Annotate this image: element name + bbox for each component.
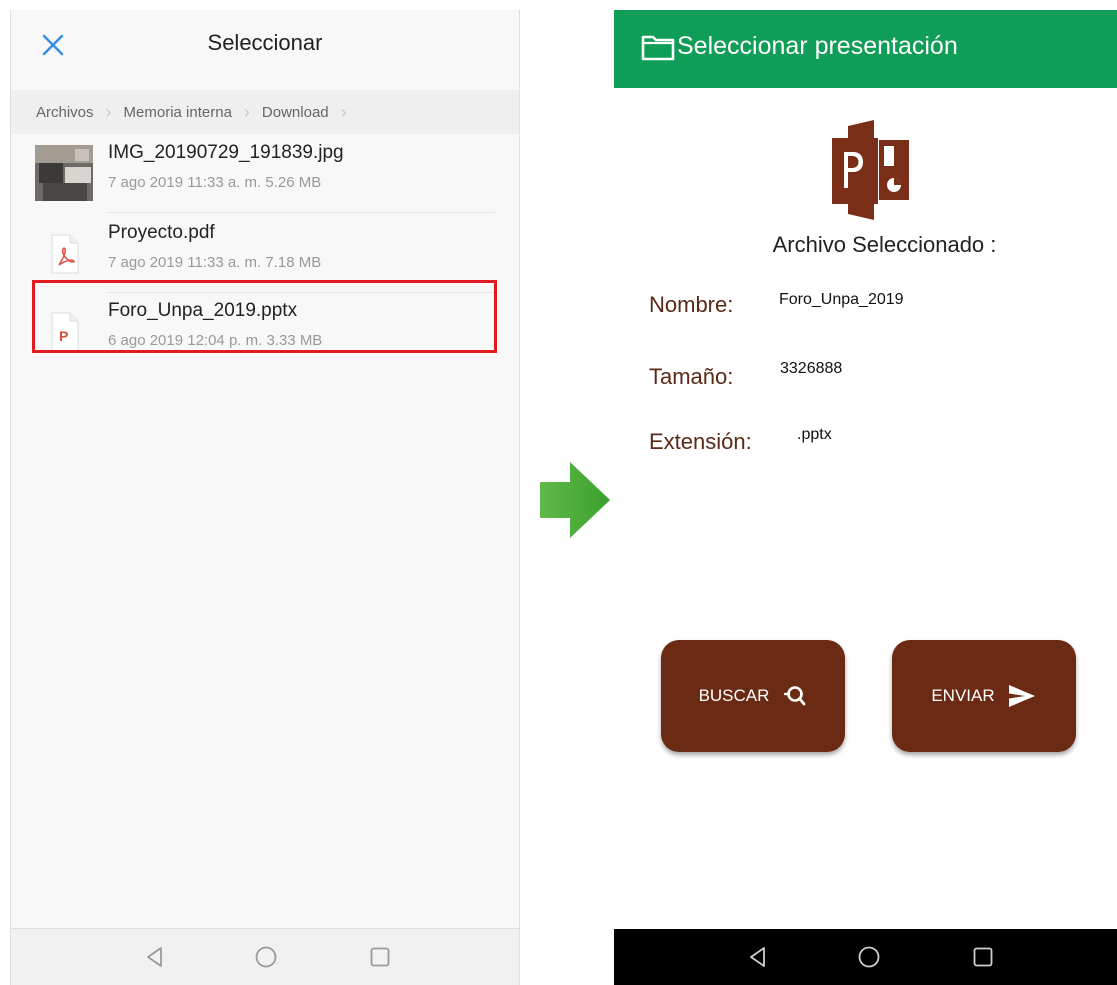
file-row-pptx[interactable]: P Foro_Unpa_2019.pptx 6 ago 2019 12:04 p… xyxy=(11,292,519,372)
pdf-icon xyxy=(51,234,79,274)
system-nav-bar xyxy=(11,928,519,985)
file-picker-screen: Seleccionar Archivos › Memoria interna ›… xyxy=(10,10,520,985)
search-button-label: BUSCAR xyxy=(698,686,770,705)
app-screen: Seleccionar presentación Archivo Selecci… xyxy=(614,10,1117,985)
home-icon[interactable] xyxy=(252,943,280,971)
system-nav-bar xyxy=(614,929,1117,985)
send-button-label: ENVIAR xyxy=(931,686,995,705)
home-icon[interactable] xyxy=(855,943,883,971)
extension-value: .pptx xyxy=(797,426,832,443)
chevron-right-icon: › xyxy=(105,101,112,122)
powerpoint-icon xyxy=(832,120,909,220)
file-name: Proyecto.pdf xyxy=(108,222,215,243)
extension-label: Extensión: xyxy=(649,429,752,454)
search-icon xyxy=(784,686,806,706)
send-icon xyxy=(1008,685,1035,707)
file-meta: 6 ago 2019 12:04 p. m. 3.33 MB xyxy=(108,332,323,349)
recents-icon[interactable] xyxy=(969,943,997,971)
breadcrumb: Archivos › Memoria interna › Download › xyxy=(11,90,519,134)
app-title: Seleccionar presentación xyxy=(677,32,958,60)
recents-icon[interactable] xyxy=(366,943,394,971)
svg-text:P: P xyxy=(59,328,68,344)
name-label: Nombre: xyxy=(649,292,734,317)
name-value: Foro_Unpa_2019 xyxy=(779,291,904,308)
app-bar: Seleccionar presentación xyxy=(614,10,1117,88)
search-button[interactable]: BUSCAR xyxy=(661,640,845,752)
pptx-icon: P xyxy=(51,312,79,352)
back-icon[interactable] xyxy=(744,943,772,971)
file-name: IMG_20190729_191839.jpg xyxy=(108,142,344,163)
file-row-image[interactable]: IMG_20190729_191839.jpg 7 ago 2019 11:33… xyxy=(11,134,519,214)
size-value: 3326888 xyxy=(780,360,843,377)
breadcrumb-memoria-interna[interactable]: Memoria interna xyxy=(124,104,232,121)
chevron-right-icon: › xyxy=(340,101,347,122)
picker-title: Seleccionar xyxy=(207,30,323,55)
selected-file-heading: Archivo Seleccionado : xyxy=(772,232,997,257)
back-icon[interactable] xyxy=(141,943,169,971)
row-divider xyxy=(108,212,495,213)
breadcrumb-download[interactable]: Download xyxy=(262,104,329,121)
image-thumbnail xyxy=(35,145,93,201)
picker-header: Seleccionar xyxy=(11,10,519,76)
send-button[interactable]: ENVIAR xyxy=(892,640,1076,752)
file-name: Foro_Unpa_2019.pptx xyxy=(108,300,298,321)
file-meta: 7 ago 2019 11:33 a. m. 7.18 MB xyxy=(108,254,322,271)
arrow-right-icon xyxy=(540,462,610,538)
folder-icon xyxy=(641,35,675,61)
size-label: Tamaño: xyxy=(649,364,734,389)
breadcrumb-archivos[interactable]: Archivos xyxy=(36,104,94,121)
file-meta: 7 ago 2019 11:33 a. m. 5.26 MB xyxy=(108,174,322,191)
chevron-right-icon: › xyxy=(243,101,250,122)
file-row-pdf[interactable]: Proyecto.pdf 7 ago 2019 11:33 a. m. 7.18… xyxy=(11,214,519,294)
